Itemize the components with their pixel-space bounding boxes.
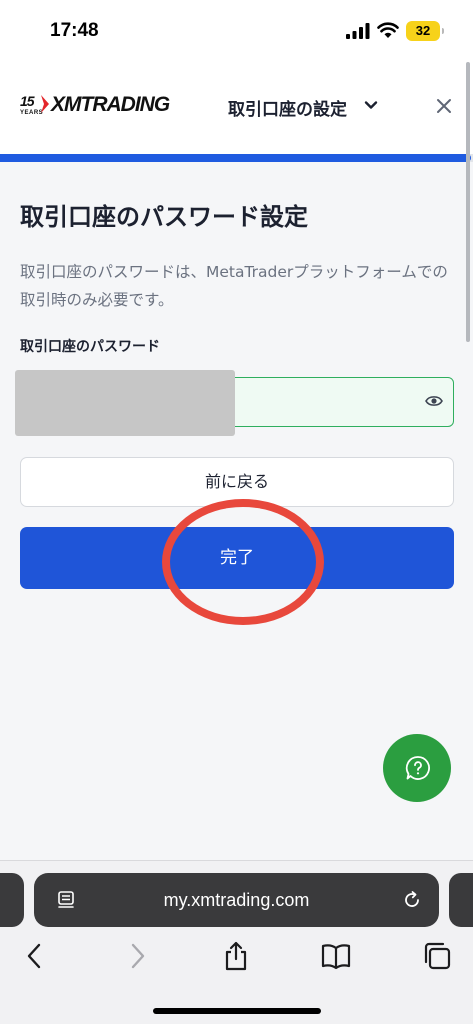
logo-text: XMTRADING	[51, 93, 170, 116]
logo-years: 15	[20, 93, 35, 109]
page-description: 取引口座のパスワードは、MetaTraderプラットフォームでの取引時のみ必要で…	[20, 263, 448, 309]
forward-arrow-icon[interactable]	[122, 941, 152, 971]
cellular-signal-icon	[346, 23, 370, 39]
tabs-icon[interactable]	[422, 941, 452, 971]
eye-icon[interactable]	[425, 393, 443, 409]
bookmarks-icon[interactable]	[321, 941, 351, 971]
password-label: 取引口座のパスワード	[20, 339, 160, 355]
status-time: 17:48	[50, 20, 99, 41]
scroll-indicator[interactable]	[466, 62, 470, 342]
share-icon[interactable]	[221, 941, 251, 971]
xm-logo[interactable]: 15 YEARS XMTRADING	[20, 93, 190, 121]
progress-fill	[0, 154, 471, 162]
highlight-annotation	[162, 499, 324, 625]
app-header: 15 YEARS XMTRADING 取引口座の設定	[0, 62, 473, 154]
status-bar: 17:48 32	[0, 0, 473, 62]
close-icon[interactable]	[436, 98, 452, 114]
question-icon	[405, 756, 430, 780]
wifi-icon	[377, 22, 399, 38]
page-title: 取引口座のパスワード設定	[20, 203, 308, 231]
home-indicator	[153, 1008, 321, 1014]
reader-icon[interactable]	[56, 890, 76, 910]
progress-bar	[0, 154, 473, 162]
chevron-down-icon[interactable]	[364, 98, 378, 112]
address-bar[interactable]: my.xmtrading.com	[34, 873, 439, 927]
url-text[interactable]: my.xmtrading.com	[34, 873, 439, 927]
back-arrow-icon[interactable]	[20, 941, 50, 971]
logo-mark-icon	[41, 95, 49, 113]
previous-tab-peek[interactable]	[0, 873, 24, 927]
help-button[interactable]	[383, 734, 451, 802]
redaction-block	[15, 370, 235, 436]
next-tab-peek[interactable]	[449, 873, 473, 927]
browser-bar: my.xmtrading.com	[0, 860, 473, 1024]
reload-icon[interactable]	[402, 890, 422, 910]
battery-icon: 32	[406, 21, 444, 41]
account-setup-title[interactable]: 取引口座の設定	[228, 95, 347, 120]
